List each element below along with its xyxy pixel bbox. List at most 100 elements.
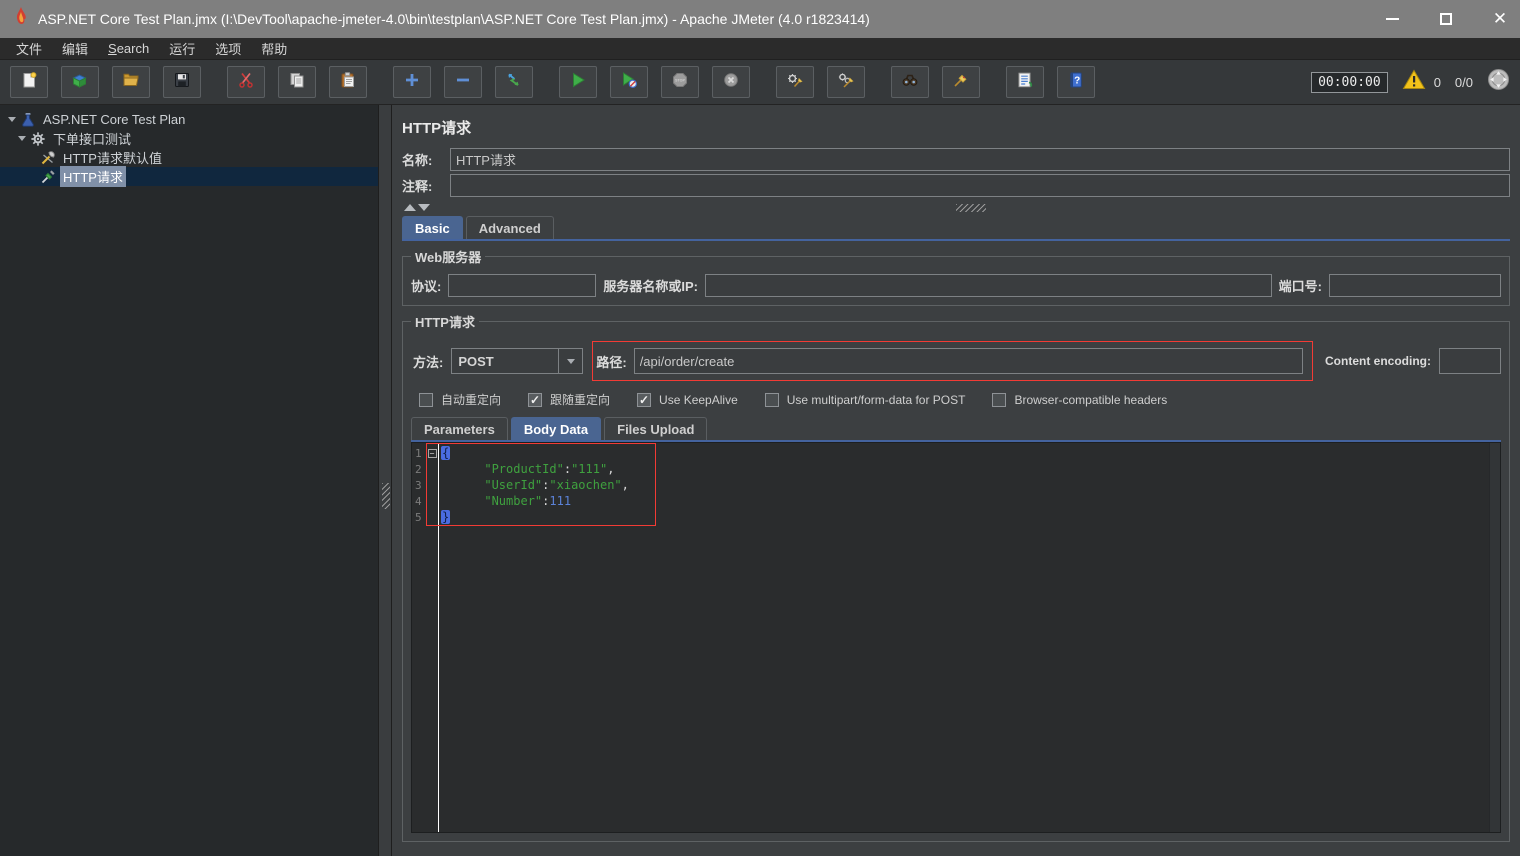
toolbar-start-no-timers-button[interactable] (610, 66, 648, 98)
toolbar-status: 00:00:00 0 0/0 (1311, 68, 1510, 96)
toolbar-save-button[interactable] (163, 66, 201, 98)
tab-body-data[interactable]: Body Data (511, 417, 601, 440)
menu-file[interactable]: 文件 (6, 39, 52, 58)
comment-input[interactable] (450, 174, 1510, 197)
checkbox-unchecked-icon[interactable] (765, 393, 779, 407)
thread-count: 0/0 (1455, 75, 1473, 90)
stop-icon: STOP (671, 71, 689, 94)
checkbox-label: 跟随重定向 (550, 391, 610, 408)
line-number: 5 (412, 511, 426, 524)
checkbox-browser-headers[interactable]: Browser-compatible headers (992, 393, 1167, 407)
elapsed-timer: 00:00:00 (1311, 72, 1388, 93)
collapse-down-icon[interactable] (418, 204, 430, 211)
expander-open-icon[interactable] (16, 136, 28, 141)
toolbar-start-button[interactable] (559, 66, 597, 98)
server-input[interactable] (705, 274, 1272, 297)
title-bar: ASP.NET Core Test Plan.jmx (I:\DevTool\a… (0, 0, 1520, 38)
toolbar-new-file-button[interactable] (10, 66, 48, 98)
warning-icon[interactable] (1402, 69, 1426, 95)
collapse-up-icon[interactable] (404, 204, 416, 211)
menu-options[interactable]: 选项 (205, 39, 251, 58)
port-input[interactable] (1329, 274, 1501, 297)
tab-basic[interactable]: Basic (402, 216, 463, 239)
tree-item-label: 下单接口测试 (50, 128, 134, 149)
svg-text:?: ? (1074, 75, 1080, 86)
tree-item-http-request-defaults[interactable]: HTTP请求默认值 (0, 148, 378, 167)
chevron-down-icon[interactable] (558, 349, 582, 373)
content-encoding-input[interactable] (1439, 348, 1501, 374)
toolbar-function-helper-button[interactable] (1006, 66, 1044, 98)
checkbox-follow-redirects[interactable]: ✓ 跟随重定向 (528, 391, 610, 408)
path-label: 路径: (596, 352, 626, 371)
close-button[interactable]: ✕ (1492, 11, 1508, 27)
toolbar-open-folder-button[interactable] (112, 66, 150, 98)
tree-item-thread-group[interactable]: 下单接口测试 (0, 129, 378, 148)
method-select[interactable]: POST (451, 348, 583, 374)
line-number: 2 (412, 463, 426, 476)
search-icon (901, 71, 919, 94)
toolbar-clear-all-gui-button[interactable] (827, 66, 865, 98)
checkbox-unchecked-icon[interactable] (419, 393, 433, 407)
tab-advanced[interactable]: Advanced (466, 216, 554, 239)
templates-icon (71, 71, 89, 94)
toolbar-stop-button[interactable]: STOP (661, 66, 699, 98)
toolbar-templates-button[interactable] (61, 66, 99, 98)
tree-item-test-plan[interactable]: ASP.NET Core Test Plan (0, 110, 378, 129)
toolbar-cut-button[interactable] (227, 66, 265, 98)
menu-help[interactable]: 帮助 (251, 39, 297, 58)
test-plan-tree: ASP.NET Core Test Plan下单接口测试HTTP请求默认值HTT… (0, 105, 378, 856)
tree-item-label: HTTP请求默认值 (60, 147, 165, 168)
checkbox-checked-icon[interactable]: ✓ (528, 393, 542, 407)
menu-edit[interactable]: 编辑 (52, 39, 98, 58)
toolbar-remove-button[interactable] (444, 66, 482, 98)
remote-status-icon (1487, 68, 1510, 96)
maximize-button[interactable] (1438, 11, 1454, 27)
name-input[interactable] (450, 148, 1510, 171)
splitter-grip[interactable] (956, 204, 986, 212)
method-value: POST (452, 354, 558, 369)
toolbar-toggle-button[interactable] (495, 66, 533, 98)
toolbar-clear-gui-button[interactable] (776, 66, 814, 98)
checkbox-unchecked-icon[interactable] (992, 393, 1006, 407)
svg-text:STOP: STOP (675, 78, 685, 82)
path-input[interactable] (634, 348, 1303, 374)
horizontal-splitter[interactable] (402, 201, 1510, 214)
web-server-legend: Web服务器 (411, 247, 485, 266)
menu-run[interactable]: 运行 (159, 39, 205, 58)
checkbox-label: Use multipart/form-data for POST (787, 393, 966, 407)
open-folder-icon (122, 71, 140, 94)
protocol-input[interactable] (448, 274, 596, 297)
toolbar-help-button[interactable]: ? (1057, 66, 1095, 98)
window-title: ASP.NET Core Test Plan.jmx (I:\DevTool\a… (38, 11, 870, 27)
checkbox-use-keepalive[interactable]: ✓ Use KeepAlive (637, 393, 738, 407)
checkbox-label: Use KeepAlive (659, 393, 738, 407)
toolbar-add-button[interactable] (393, 66, 431, 98)
toolbar-shutdown-button[interactable] (712, 66, 750, 98)
expander-open-icon[interactable] (6, 117, 18, 122)
toolbar-search-reset-button[interactable] (942, 66, 980, 98)
menu-search[interactable]: Search (98, 41, 159, 56)
checkbox-multipart-post[interactable]: Use multipart/form-data for POST (765, 393, 966, 407)
checkbox-checked-icon[interactable]: ✓ (637, 393, 651, 407)
tree-item-http-request[interactable]: HTTP请求 (0, 167, 378, 186)
toolbar-search-button[interactable] (891, 66, 929, 98)
cut-icon (237, 71, 255, 94)
tab-files-upload[interactable]: Files Upload (604, 417, 707, 440)
toolbar-paste-button[interactable] (329, 66, 367, 98)
window-controls: ✕ (1384, 11, 1508, 27)
jmeter-window: ASP.NET Core Test Plan.jmx (I:\DevTool\a… (0, 0, 1520, 856)
minimize-button[interactable] (1384, 11, 1400, 27)
port-label: 端口号: (1279, 276, 1322, 295)
line-number: 3 (412, 479, 426, 492)
body-data-editor[interactable]: 1−{2 "ProductId":"111",3 "UserId":"xiaoc… (411, 442, 1501, 833)
function-helper-icon (1016, 71, 1034, 94)
toolbar-copy-button[interactable] (278, 66, 316, 98)
save-icon (173, 71, 191, 94)
menu-bar: 文件编辑Search运行选项帮助 (0, 38, 1520, 60)
vertical-splitter[interactable] (378, 105, 392, 856)
checkbox-auto-redirects[interactable]: 自动重定向 (419, 391, 501, 408)
splitter-grip[interactable] (382, 483, 390, 509)
tab-parameters[interactable]: Parameters (411, 417, 508, 440)
tree-item-label: ASP.NET Core Test Plan (40, 111, 188, 128)
body-tabs: ParametersBody DataFiles Upload (411, 417, 1501, 442)
